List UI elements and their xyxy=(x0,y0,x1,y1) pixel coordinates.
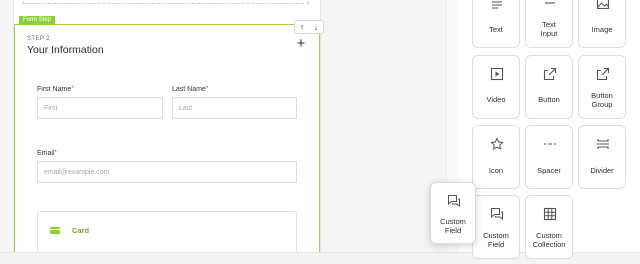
card-label: Card xyxy=(72,226,90,235)
move-down-button[interactable]: ↓ xyxy=(309,21,323,33)
first-name-placeholder: First xyxy=(44,105,58,112)
credit-card-icon xyxy=(50,227,60,234)
tile-label: Custom Field xyxy=(440,217,466,235)
tile-label: Button Group xyxy=(591,91,613,109)
tile-label: Custom Field xyxy=(483,231,509,249)
palette-tile-button-group[interactable]: Button Group xyxy=(578,55,626,119)
spacer-icon xyxy=(543,137,557,151)
email-field[interactable]: email@example.com xyxy=(37,161,297,183)
first-name-field[interactable]: First xyxy=(37,97,163,119)
email-placeholder: email@example.com xyxy=(44,169,110,176)
text-input-icon xyxy=(543,0,557,7)
add-element-button[interactable]: + xyxy=(294,36,308,51)
tile-label: Icon xyxy=(488,166,504,175)
table-icon xyxy=(543,207,557,221)
previous-step-outline xyxy=(23,0,309,4)
palette-tile-text-input[interactable]: Text Input xyxy=(525,0,573,48)
external-link-group-icon xyxy=(596,67,610,81)
last-name-field[interactable]: Last xyxy=(172,97,297,119)
image-icon xyxy=(596,0,610,10)
text-icon xyxy=(490,0,504,10)
move-up-button[interactable]: ↑ xyxy=(295,21,309,33)
first-name-label: First Name* xyxy=(37,86,74,93)
palette-tile-spacer[interactable]: Spacer xyxy=(525,125,573,189)
tile-label: Divider xyxy=(590,166,614,175)
palette-tile-divider[interactable]: Divider xyxy=(578,125,626,189)
tile-label: Image xyxy=(591,25,613,34)
palette-tile-button[interactable]: Button xyxy=(525,55,573,119)
step-reorder-controls: ↑ ↓ xyxy=(294,20,324,34)
tile-label: Button xyxy=(538,95,560,104)
chat-icon xyxy=(490,207,504,221)
form-step-tag: Form Step xyxy=(19,16,56,25)
palette-tile-icon[interactable]: Icon xyxy=(472,125,520,189)
palette-tile-custom-field[interactable]: Custom Field xyxy=(472,195,520,259)
palette-tile-custom-collection[interactable]: Custom Collection xyxy=(525,195,573,259)
required-marker: * xyxy=(205,86,209,92)
builder-canvas: STEP 2 Your Information + First Name* Fi… xyxy=(0,0,446,252)
tile-label: Text xyxy=(489,25,503,34)
star-icon xyxy=(490,137,504,151)
form-step[interactable]: STEP 2 Your Information + First Name* Fi… xyxy=(14,24,320,252)
palette-tile-image[interactable]: Image xyxy=(578,0,626,48)
tile-label: Custom Collection xyxy=(532,231,566,249)
step-number-label: STEP 2 xyxy=(27,36,50,42)
dragging-custom-field-tile[interactable]: Custom Field xyxy=(430,182,476,244)
divider-icon xyxy=(596,137,610,151)
video-icon xyxy=(490,67,504,81)
step-title: Your Information xyxy=(27,44,104,56)
last-name-label: Last Name* xyxy=(172,86,209,93)
required-marker: * xyxy=(71,86,74,92)
tile-label: Spacer xyxy=(537,166,561,175)
palette-tile-video[interactable]: Video xyxy=(472,55,520,119)
palette-tile-text[interactable]: Text xyxy=(472,0,520,48)
external-link-icon xyxy=(543,67,557,81)
tile-label: Text Input xyxy=(540,20,558,38)
card-element[interactable]: Card xyxy=(37,211,297,252)
required-marker: * xyxy=(54,150,57,156)
last-name-placeholder: Last xyxy=(179,105,193,112)
tile-label: Video xyxy=(486,95,506,104)
email-label: Email* xyxy=(37,150,57,157)
chat-icon xyxy=(447,194,461,208)
